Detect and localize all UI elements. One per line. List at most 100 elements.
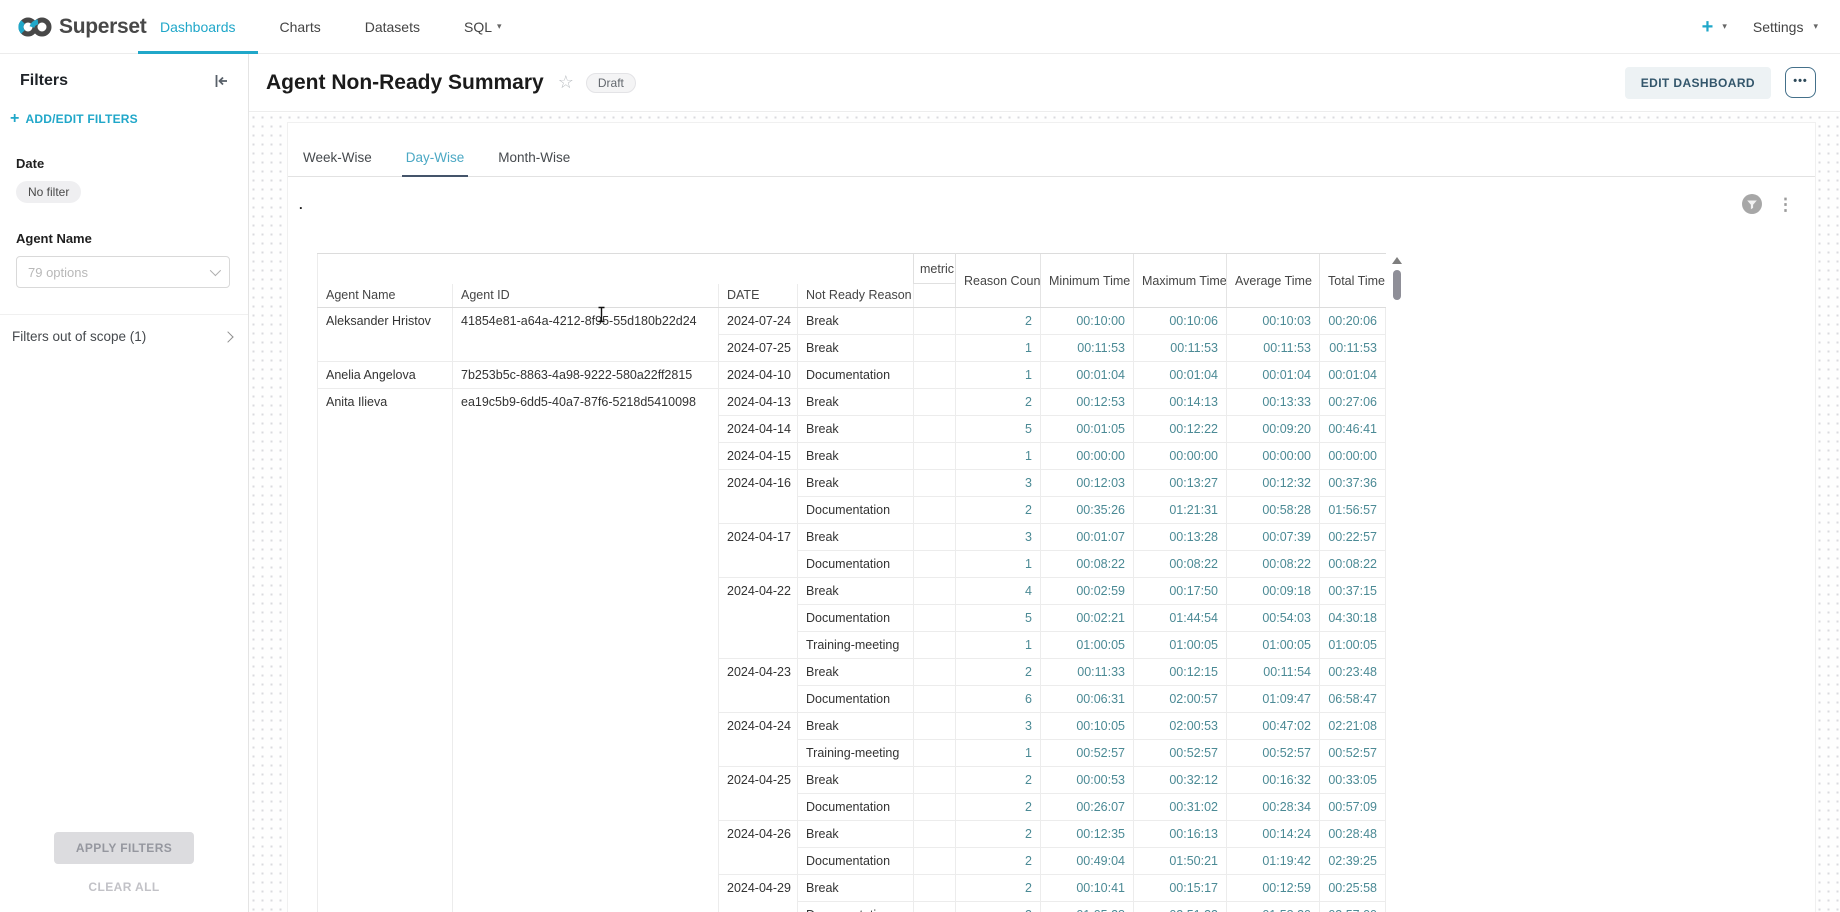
table-cell: 00:20:06: [1320, 308, 1386, 335]
table-cell: 2024-04-13: [719, 389, 798, 416]
table-cell: 00:52:57: [1041, 740, 1134, 767]
clear-all-button[interactable]: CLEAR ALL: [0, 880, 248, 894]
table-cell: 00:01:05: [1041, 416, 1134, 443]
table-cell: Documentation: [798, 848, 914, 875]
table-cell: 2024-04-29: [719, 875, 798, 912]
table-cell: Break: [798, 416, 914, 443]
superset-logo[interactable]: Superset: [0, 15, 138, 39]
table-cell: 00:22:57: [1320, 524, 1386, 551]
table-cell: 01:58:30: [1227, 902, 1320, 912]
table-cell: 2024-07-25: [719, 335, 798, 362]
more-options-button[interactable]: •••: [1785, 67, 1816, 98]
table-cell: 00:11:53: [1134, 335, 1227, 362]
table-cell: Break: [798, 875, 914, 902]
tab-month-wise[interactable]: Month-Wise: [498, 150, 570, 176]
nav-item-dashboards[interactable]: Dashboards: [138, 0, 258, 53]
table-cell: 2: [956, 902, 1041, 912]
tab-week-wise[interactable]: Week-Wise: [303, 150, 372, 176]
table-cell: [914, 632, 956, 659]
table-cell: 2: [956, 821, 1041, 848]
table-cell: Total Time: [1320, 254, 1386, 308]
filter-indicator-icon[interactable]: [1741, 193, 1763, 215]
nav-item-datasets[interactable]: Datasets: [343, 0, 442, 53]
kebab-menu-icon[interactable]: ⋮: [1774, 196, 1797, 213]
scroll-up-arrow-icon[interactable]: [1392, 257, 1402, 264]
table-cell: 00:00:00: [1134, 443, 1227, 470]
table-cell: [914, 470, 956, 497]
table-cell: Average Time: [1227, 254, 1320, 308]
scrollbar-thumb[interactable]: [1393, 270, 1401, 300]
edit-dashboard-button[interactable]: EDIT DASHBOARD: [1625, 67, 1771, 99]
agent-name-select[interactable]: 79 options: [16, 256, 230, 288]
table-cell: Break: [798, 659, 914, 686]
table-cell: 00:01:04: [1134, 362, 1227, 389]
table-cell: 5: [956, 416, 1041, 443]
nav-item-sql[interactable]: SQL ▾: [442, 0, 524, 53]
table-cell: 00:23:48: [1320, 659, 1386, 686]
table-cell: Break: [798, 578, 914, 605]
table-cell: 00:33:05: [1320, 767, 1386, 794]
table-cell: [914, 389, 956, 416]
table-cell: 02:21:08: [1320, 713, 1386, 740]
table-cell: 00:11:33: [1041, 659, 1134, 686]
favorite-star-icon[interactable]: ☆: [558, 72, 574, 93]
table-cell: 01:56:57: [1320, 497, 1386, 524]
table-cell: 2: [956, 794, 1041, 821]
table-cell: 00:16:32: [1227, 767, 1320, 794]
table-cell: Agent ID: [453, 284, 719, 308]
apply-filters-button[interactable]: APPLY FILTERS: [54, 832, 194, 864]
table-cell: Reason Count: [956, 254, 1041, 308]
table-cell: 1: [956, 335, 1041, 362]
table-cell: 00:10:41: [1041, 875, 1134, 902]
table-cell: 00:00:00: [1320, 443, 1386, 470]
table-cell: 3: [956, 524, 1041, 551]
summary-table: metricReason CountMinimum TimeMaximum Ti…: [317, 253, 1386, 912]
table-cell: 02:00:57: [1134, 686, 1227, 713]
table-cell: [914, 902, 956, 912]
tab-day-wise[interactable]: Day-Wise: [406, 150, 465, 176]
table-cell: 1: [956, 443, 1041, 470]
table-cell: [914, 284, 956, 308]
table-cell: 02:51:32: [1134, 902, 1227, 912]
table-cell: 2: [956, 389, 1041, 416]
table-row: Anelia Angelova7b253b5c-8863-4a98-9222-5…: [318, 362, 1386, 389]
table-cell: 01:19:42: [1227, 848, 1320, 875]
caret-down-icon: ▾: [1813, 21, 1818, 32]
table-cell: 00:25:58: [1320, 875, 1386, 902]
dashboard-header: Agent Non-Ready Summary ☆ Draft EDIT DAS…: [249, 54, 1840, 112]
table-cell: 00:27:06: [1320, 389, 1386, 416]
collapse-sidebar-icon[interactable]: [213, 73, 230, 89]
table-cell: [914, 767, 956, 794]
add-edit-filters-button[interactable]: + ADD/EDIT FILTERS: [0, 90, 248, 128]
table-cell: 00:08:22: [1041, 551, 1134, 578]
table-cell: Anita Ilieva: [318, 389, 453, 912]
table-cell: 01:00:05: [1041, 632, 1134, 659]
table-cell: 00:52:57: [1227, 740, 1320, 767]
table-cell: 00:10:03: [1227, 308, 1320, 335]
table-cell: [798, 254, 914, 284]
table-scrollbar[interactable]: [1391, 255, 1403, 912]
table-cell: 2024-04-10: [719, 362, 798, 389]
table-cell: 00:01:04: [1227, 362, 1320, 389]
filters-out-of-scope-row[interactable]: Filters out of scope (1): [0, 314, 248, 344]
table-row: Anita Ilievaea19c5b9-6dd5-40a7-87f6-5218…: [318, 389, 1386, 416]
table-cell: 00:12:03: [1041, 470, 1134, 497]
table-cell: 00:49:04: [1041, 848, 1134, 875]
table-cell: 2: [956, 497, 1041, 524]
table-cell: 01:09:47: [1227, 686, 1320, 713]
table-cell: 00:08:22: [1320, 551, 1386, 578]
table-cell: 00:52:57: [1134, 740, 1227, 767]
table-cell: [318, 254, 453, 284]
table-cell: 00:06:31: [1041, 686, 1134, 713]
new-item-button[interactable]: + ▾: [1702, 17, 1727, 37]
table-cell: Documentation: [798, 362, 914, 389]
nav-item-charts[interactable]: Charts: [258, 0, 343, 53]
table-cell: Break: [798, 443, 914, 470]
table-cell: 2024-04-24: [719, 713, 798, 767]
table-cell: 00:01:04: [1041, 362, 1134, 389]
date-filter-chip[interactable]: No filter: [16, 181, 81, 203]
settings-menu[interactable]: Settings ▾: [1753, 19, 1818, 35]
table-cell: 00:11:53: [1041, 335, 1134, 362]
table-cell: [914, 578, 956, 605]
table-cell: 6: [956, 686, 1041, 713]
